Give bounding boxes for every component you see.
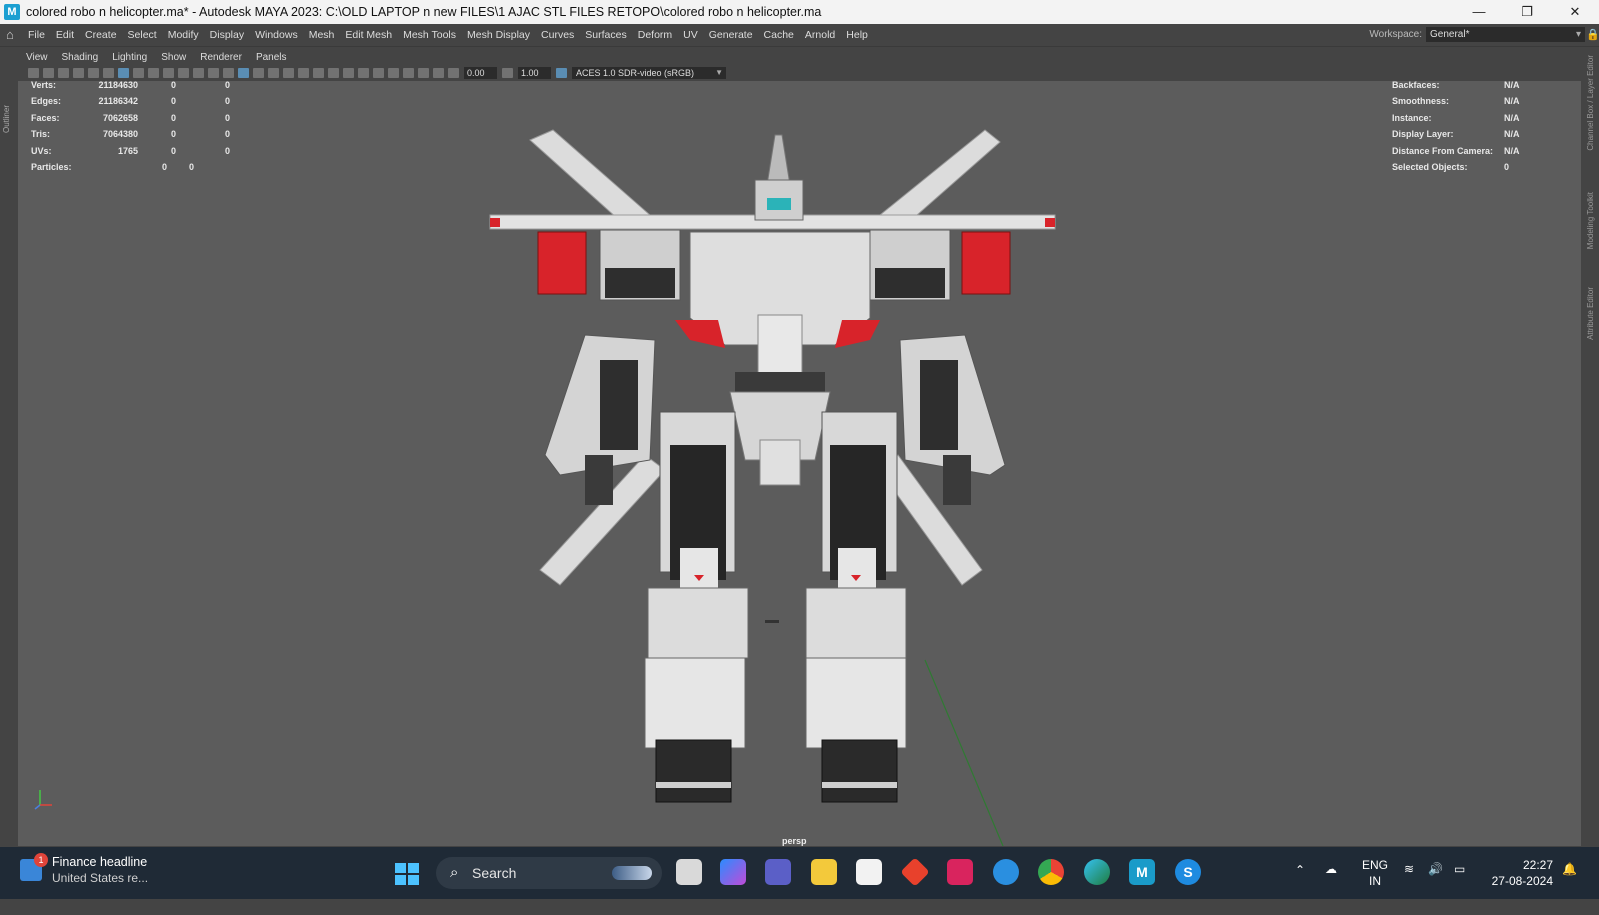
menu-mesh-display[interactable]: Mesh Display [467,29,530,41]
menu-create[interactable]: Create [85,29,117,41]
anydesk-icon[interactable] [900,857,930,887]
battery-icon[interactable]: ▭ [1454,862,1465,914]
workspace-label: Workspace: [1369,29,1422,40]
onedrive-icon[interactable]: ☁ [1325,862,1337,914]
left-foot [655,739,732,803]
left-shin [644,657,746,749]
task-view-icon[interactable] [676,859,702,885]
main-menu-bar: ⌂ File Edit Create Select Modify Display… [0,24,1599,47]
skype-icon[interactable]: S [1175,859,1201,885]
menu-deform[interactable]: Deform [638,29,672,41]
right-knee [805,587,907,659]
camera-name-label: persp [782,836,807,846]
right-tab-strip: Channel Box / Layer Editor Modeling Tool… [1583,47,1599,847]
clock-time: 22:27 [1522,858,1553,872]
grid-axis-line [924,659,1004,846]
close-button[interactable]: ✕ [1551,0,1599,24]
workspace-value: General* [1430,29,1470,40]
robot-visor [767,198,791,210]
windows-taskbar: 1 Finance headline United States re... ⌕… [0,847,1599,899]
left-hand [585,455,613,505]
outliner-tab[interactable]: Outliner [2,105,11,133]
edge-icon[interactable] [1084,859,1110,885]
news-title: Finance headline [52,855,148,869]
region-code: IN [1369,874,1381,888]
menu-modify[interactable]: Modify [168,29,199,41]
workspace-dropdown[interactable]: General* ▾ [1426,27,1585,42]
language-code: ENG [1362,858,1389,872]
right-shin [805,657,907,749]
minimize-button[interactable]: — [1455,0,1503,24]
volume-icon[interactable]: 🔊 [1428,862,1443,914]
menu-windows[interactable]: Windows [255,29,298,41]
wing-tip-light [490,218,500,227]
red-pod [961,231,1011,295]
news-icon: 1 [20,853,48,881]
menu-select[interactable]: Select [128,29,157,41]
wing-tip-light [1045,218,1055,227]
search-highlight-icon [612,866,652,880]
persp-viewport[interactable]: View Shading Lighting Show Renderer Pane… [18,49,1581,846]
show-hidden-icons-icon[interactable]: ⌃ [1295,863,1305,915]
menu-mesh[interactable]: Mesh [309,29,335,41]
window-title: colored robo n helicopter.ma* - Autodesk… [26,5,822,19]
search-label: Search [472,865,517,881]
maya-taskbar-icon[interactable]: M [1129,859,1155,885]
right-foot [821,739,898,803]
input-language-indicator[interactable]: ENG IN [1362,857,1388,889]
maya-app-icon: M [4,4,20,20]
forza-icon[interactable] [947,859,973,885]
taskbar-search[interactable]: ⌕ Search [436,857,662,889]
head-antenna [766,134,791,186]
menu-generate[interactable]: Generate [709,29,753,41]
chevron-down-icon: ▾ [1575,29,1581,40]
menu-edit-mesh[interactable]: Edit Mesh [345,29,392,41]
home-icon[interactable]: ⌂ [6,28,20,42]
notification-bell-icon[interactable]: 🔔 [1562,862,1577,914]
menu-edit[interactable]: Edit [56,29,74,41]
window-controls: — ❐ ✕ [1455,0,1599,24]
left-knee [647,587,749,659]
copilot-icon[interactable] [720,859,746,885]
chrome-icon[interactable] [1038,859,1064,885]
right-hand [943,455,971,505]
microsoft-store-icon[interactable] [856,859,882,885]
axis-gizmo-icon [34,790,52,810]
news-widget[interactable]: 1 Finance headline United States re... [20,853,149,885]
workspace-selector: Workspace: General* ▾ [1369,27,1585,42]
menu-file[interactable]: File [28,29,45,41]
menu-help[interactable]: Help [846,29,868,41]
modeling-toolkit-tab[interactable]: Modeling Toolkit [1586,192,1595,249]
help-app-icon[interactable] [993,859,1019,885]
menu-cache[interactable]: Cache [764,29,794,41]
notification-badge: 1 [34,853,48,867]
menu-curves[interactable]: Curves [541,29,574,41]
title-bar: M colored robo n helicopter.ma* - Autode… [0,0,1599,24]
news-subtitle: United States re... [52,871,149,885]
restore-button[interactable]: ❐ [1503,0,1551,24]
menu-uv[interactable]: UV [683,29,698,41]
menu-mesh-tools[interactable]: Mesh Tools [403,29,456,41]
menu-surfaces[interactable]: Surfaces [585,29,626,41]
robot-model[interactable] [18,49,1581,846]
menu-arnold[interactable]: Arnold [805,29,835,41]
system-clock[interactable]: 22:27 27-08-2024 [1492,857,1553,889]
lock-icon[interactable]: 🔒 [1586,28,1599,41]
file-explorer-icon[interactable] [811,859,837,885]
rotor-blade [529,129,651,229]
wifi-icon[interactable]: ≋ [1404,862,1414,914]
left-tab-strip: Outliner [0,47,17,847]
windows-start-icon[interactable] [395,863,419,885]
search-icon: ⌕ [450,864,459,881]
clock-date: 27-08-2024 [1491,874,1553,888]
teams-icon[interactable] [765,859,791,885]
attribute-editor-tab[interactable]: Attribute Editor [1586,287,1595,340]
channel-box-tab[interactable]: Channel Box / Layer Editor [1586,55,1595,151]
menu-display[interactable]: Display [210,29,244,41]
red-pod [537,231,587,295]
